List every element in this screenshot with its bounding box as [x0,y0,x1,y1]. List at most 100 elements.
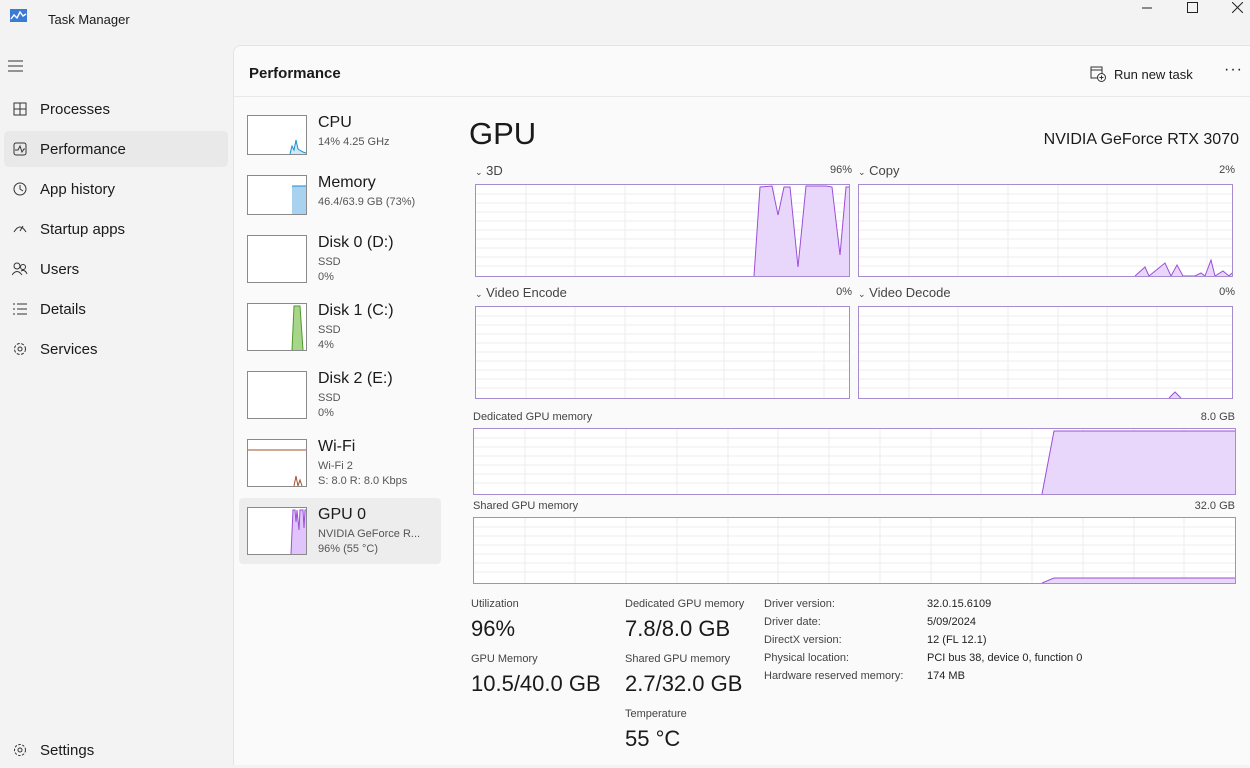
stat-temperature-value: 55 °C [625,726,681,751]
graph-dedicated-memory [473,428,1236,495]
run-new-task-button[interactable]: Run new task [1090,63,1193,85]
nav-item-details[interactable]: Details [4,291,228,327]
close-button[interactable] [1214,0,1250,14]
nav-item-label: Settings [40,741,95,759]
device-detail: SSD [318,256,341,268]
hamburger-menu-button[interactable] [8,59,24,78]
device-detail-2: 0% [318,407,334,419]
minimize-icon [1142,7,1152,9]
device-model: NVIDIA GeForce RTX 3070 [1043,131,1239,148]
device-name: CPU [318,114,352,131]
run-task-icon [1090,66,1106,82]
device-detail: SSD [318,392,341,404]
graph-video-decode [858,306,1233,399]
chevron-down-icon: ⌄ [475,167,483,177]
device-name: Disk 0 (D:) [318,234,394,251]
users-icon [8,262,32,276]
page-title: Performance [249,65,341,82]
app-history-icon [8,182,32,196]
maximize-icon [1186,1,1198,13]
graph-video-decode-label[interactable]: ⌄ Video Decode [858,285,951,300]
info-value: 5/09/2024 [927,616,976,628]
graph-3d-value: 96% [829,164,852,176]
graph-dedicated-memory-label: Dedicated GPU memory [473,411,593,423]
more-options-button[interactable]: ··· [1224,61,1243,79]
window-title: Task Manager [48,12,130,27]
nav-item-services[interactable]: Services [4,331,228,367]
info-value: 174 MB [927,670,965,682]
minimize-button[interactable] [1124,0,1170,14]
nav-item-users[interactable]: Users [4,251,228,287]
header-divider [234,96,1250,97]
nav-item-app-history[interactable]: App history [4,171,228,207]
nav-item-label: Details [40,300,86,318]
services-icon [8,342,32,356]
disk-2-thumbnail [247,371,307,419]
stat-dedicated-memory-value: 7.8/8.0 GB [625,616,731,641]
device-name: Disk 1 (C:) [318,302,394,319]
device-wifi[interactable]: Wi-Fi Wi-Fi 2 S: 8.0 R: 8.0 Kbps [239,430,441,496]
graph-copy-value: 2% [1219,164,1235,176]
stat-shared-memory-label: Shared GPU memory [625,653,731,665]
device-disk-1[interactable]: Disk 1 (C:) SSD 4% [239,294,441,360]
gear-icon [8,743,32,757]
graph-video-encode-value: 0% [836,286,852,298]
chevron-down-icon: ⌄ [858,167,866,177]
nav-item-label: Performance [40,140,126,158]
chevron-down-icon: ⌄ [858,289,866,299]
task-manager-icon [10,9,27,22]
graph-video-encode-label-text: Video Encode [486,285,567,300]
nav-item-settings[interactable]: Settings [4,732,228,768]
info-key: Driver date: [764,616,821,628]
device-cpu[interactable]: CPU 14% 4.25 GHz [239,106,441,172]
startup-icon [8,222,32,236]
stat-utilization-value: 96% [471,616,516,641]
device-name: Disk 2 (E:) [318,370,393,387]
maximize-button[interactable] [1169,0,1215,14]
device-detail-2: 96% (55 °C) [318,543,379,555]
device-detail: 46.4/63.9 GB (73%) [318,196,416,208]
device-detail-2: 0% [318,271,334,283]
device-disk-0[interactable]: Disk 0 (D:) SSD 0% [239,226,441,292]
stat-gpu-memory-label: GPU Memory [471,653,538,665]
stat-temperature-label: Temperature [625,708,687,720]
wifi-thumbnail [247,439,307,487]
device-disk-2[interactable]: Disk 2 (E:) SSD 0% [239,362,441,428]
graph-3d [475,184,850,277]
graph-shared-memory [473,517,1236,584]
run-new-task-label: Run new task [1114,66,1193,82]
cpu-thumbnail [247,115,307,155]
device-memory[interactable]: Memory 46.4/63.9 GB (73%) [239,166,441,232]
info-value: PCI bus 38, device 0, function 0 [927,652,1083,664]
nav-item-label: App history [40,180,116,198]
device-detail-2: 4% [318,339,334,351]
graph-copy [858,184,1233,277]
graph-video-encode-label[interactable]: ⌄ Video Encode [475,285,567,300]
title-bar: Task Manager [0,0,1250,44]
device-title: GPU [469,116,537,151]
device-gpu-0[interactable]: GPU 0 NVIDIA GeForce R... 96% (55 °C) [239,498,441,564]
graph-3d-label[interactable]: ⌄ 3D [475,163,503,178]
nav-item-processes[interactable]: Processes [4,91,228,127]
graph-copy-label[interactable]: ⌄ Copy [858,163,900,178]
device-detail: Wi-Fi 2 [318,460,353,472]
graph-shared-memory-value: 32.0 GB [1194,500,1235,512]
graph-shared-memory-label: Shared GPU memory [473,500,579,512]
processes-icon [8,102,32,116]
info-key: Driver version: [764,598,835,610]
graph-copy-label-text: Copy [869,163,900,178]
info-key: DirectX version: [764,634,842,646]
nav-item-label: Users [40,260,80,278]
nav-item-performance[interactable]: Performance [4,131,228,167]
nav-item-label: Processes [40,100,111,118]
disk-1-thumbnail [247,303,307,351]
info-key: Hardware reserved memory: [764,670,904,682]
memory-thumbnail [247,175,307,215]
nav-item-startup-apps[interactable]: Startup apps [4,211,228,247]
device-name: GPU 0 [318,506,367,523]
device-detail: NVIDIA GeForce R... [318,528,421,540]
info-value: 12 (FL 12.1) [927,634,987,646]
performance-panel: Performance Run new task ··· CPU 14% 4.2… [233,45,1250,765]
graph-3d-label-text: 3D [486,163,503,178]
device-name: Memory [318,174,376,191]
